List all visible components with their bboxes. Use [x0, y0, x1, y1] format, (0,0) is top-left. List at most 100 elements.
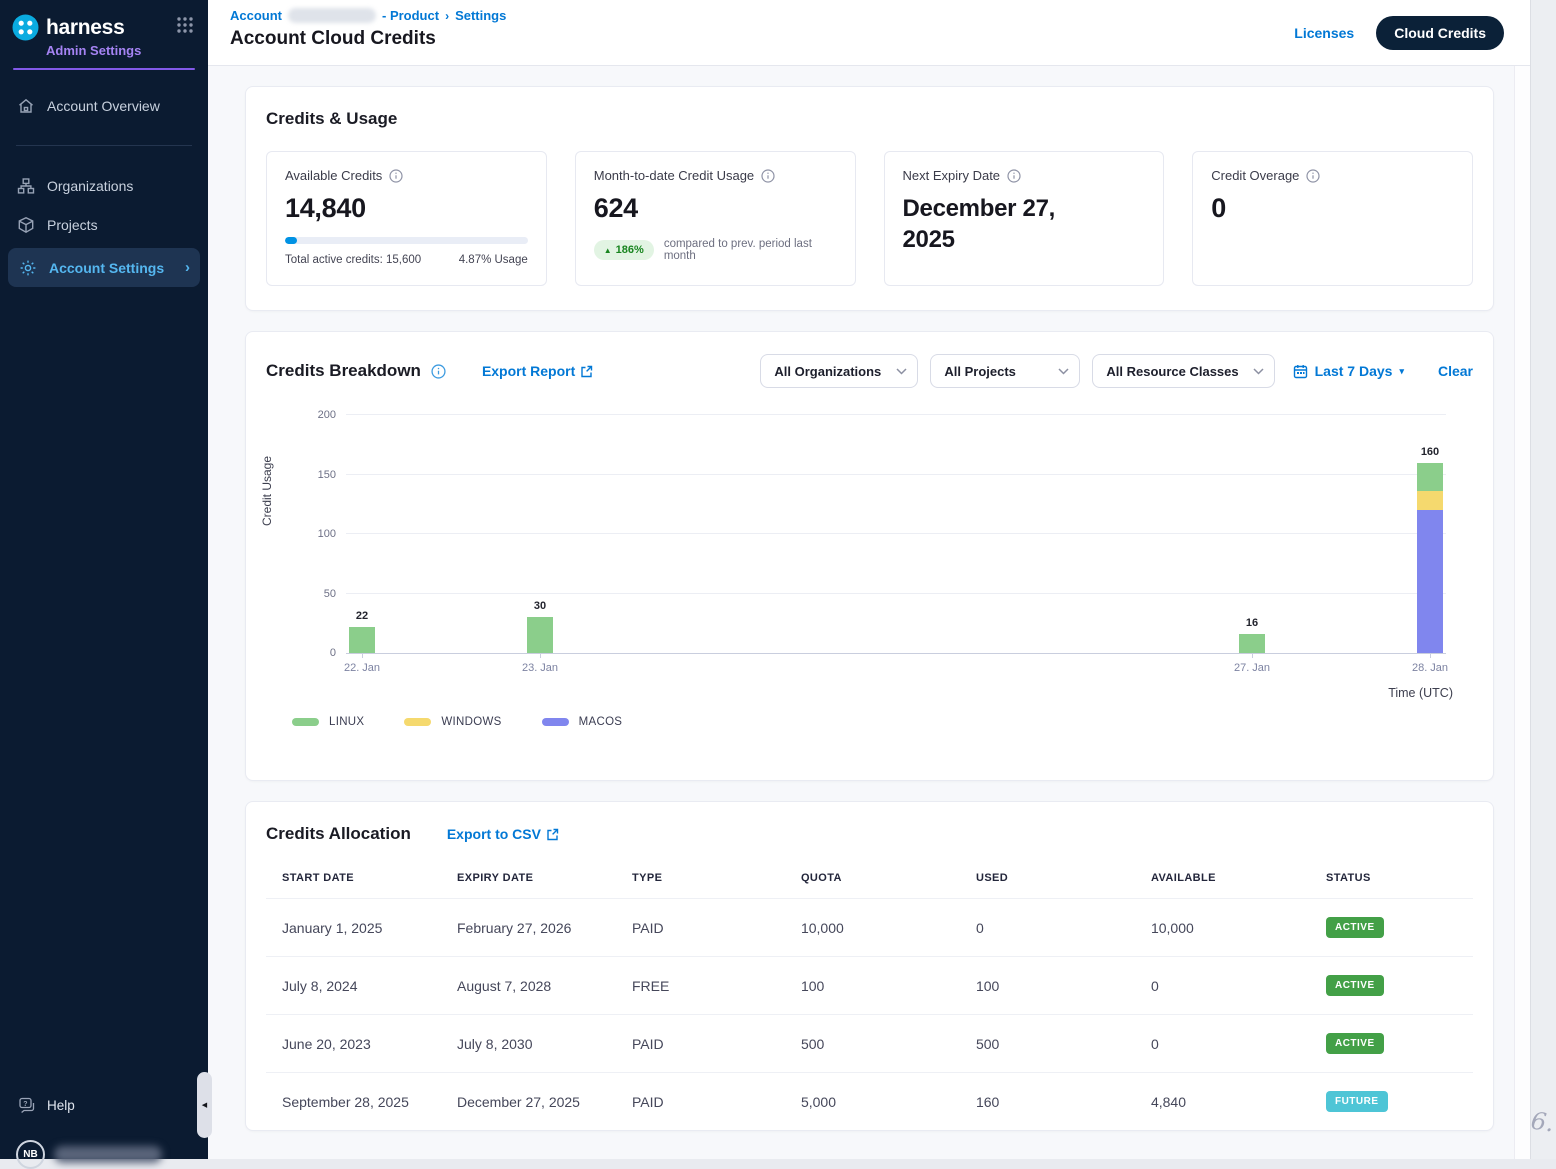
organizations-select[interactable]: All Organizations [760, 354, 918, 388]
table-row[interactable]: July 8, 2024August 7, 2028FREE1001000ACT… [266, 956, 1473, 1014]
info-icon[interactable] [761, 169, 775, 183]
cell-start: June 20, 2023 [266, 1036, 441, 1052]
cell-expiry: December 27, 2025 [441, 1094, 616, 1110]
credit-overage-card: Credit Overage 0 [1192, 151, 1473, 286]
credits-breakdown-chart: Credit Usage Time (UTC) LINUXWINDOWSMACO… [266, 416, 1473, 746]
cell-quota: 100 [785, 978, 960, 994]
licenses-link[interactable]: Licenses [1294, 25, 1354, 41]
cell-expiry: July 8, 2030 [441, 1036, 616, 1052]
cell-expiry: August 7, 2028 [441, 978, 616, 994]
cell-available: 10,000 [1135, 920, 1310, 936]
breadcrumb-account[interactable]: Account [230, 8, 282, 23]
cloud-credits-button[interactable]: Cloud Credits [1376, 16, 1504, 50]
cell-used: 160 [960, 1094, 1135, 1110]
user-row[interactable]: NB [16, 1140, 162, 1169]
next-expiry-value: December 27, 2025 [903, 193, 1113, 255]
table-row[interactable]: January 1, 2025February 27, 2026PAID10,0… [266, 898, 1473, 956]
projects-select[interactable]: All Projects [930, 354, 1080, 388]
cell-used: 500 [960, 1036, 1135, 1052]
x-tick [1430, 654, 1431, 658]
bar-segment-linux [1417, 463, 1443, 492]
status-badge: ACTIVE [1326, 917, 1384, 938]
sidebar-item-projects[interactable]: Projects [0, 205, 208, 244]
breadcrumb-product[interactable]: - Product [382, 8, 439, 23]
credits-allocation-section: Credits Allocation Export to CSV START D… [245, 801, 1494, 1131]
cell-status: ACTIVE [1310, 975, 1473, 996]
allocation-table-header: START DATEEXPIRY DATETYPEQUOTAUSEDAVAILA… [266, 864, 1473, 898]
x-tick-label: 27. Jan [1207, 662, 1297, 674]
export-report-link[interactable]: Export Report [482, 363, 593, 379]
vertical-scrollbar[interactable] [1514, 66, 1530, 1159]
y-tick-label: 200 [294, 409, 336, 421]
legend-item-macos[interactable]: MACOS [542, 716, 623, 728]
trend-note: compared to prev. period last month [664, 238, 837, 262]
chevron-down-icon [896, 368, 907, 375]
bar-28-jan[interactable] [1417, 463, 1443, 653]
header-actions: Licenses Cloud Credits [1294, 16, 1504, 50]
cell-type: PAID [616, 1094, 785, 1110]
bar-23-jan[interactable] [527, 617, 553, 653]
chart-plot-area [346, 416, 1446, 654]
sidebar-nav: Account Overview Organizations Projects [0, 86, 208, 287]
x-tick [540, 654, 541, 658]
sidebar-item-account-settings[interactable]: Account Settings › [8, 248, 200, 287]
cell-expiry: February 27, 2026 [441, 920, 616, 936]
x-tick-label: 22. Jan [317, 662, 407, 674]
resource-classes-select[interactable]: All Resource Classes [1092, 354, 1274, 388]
date-range-picker[interactable]: Last 7 Days ▾ [1293, 363, 1404, 379]
org-chart-icon [16, 176, 35, 195]
table-row[interactable]: June 20, 2023July 8, 2030PAID5005000ACTI… [266, 1014, 1473, 1072]
caret-down-icon: ▾ [1399, 366, 1404, 377]
x-axis-title: Time (UTC) [1388, 686, 1453, 700]
cell-quota: 5,000 [785, 1094, 960, 1110]
export-csv-link[interactable]: Export to CSV [447, 826, 559, 842]
table-row[interactable]: September 28, 2025December 27, 2025PAID5… [266, 1072, 1473, 1130]
mtd-usage-card: Month-to-date Credit Usage 624 ▲ 186% co… [575, 151, 856, 286]
handwritten-annotation: 6. [1529, 1107, 1556, 1138]
available-credits-card: Available Credits 14,840 Total active cr… [266, 151, 547, 286]
app-grid-icon[interactable] [176, 16, 194, 39]
bar-segment-windows [1417, 491, 1443, 510]
breadcrumb-settings[interactable]: Settings [455, 8, 506, 23]
chart-legend: LINUX WINDOWS MACOS [292, 716, 622, 728]
help-button[interactable]: ? Help [18, 1096, 75, 1115]
svg-text:?: ? [23, 1101, 27, 1108]
usage-progress-fill [285, 237, 297, 244]
x-tick [1252, 654, 1253, 658]
info-icon[interactable] [1007, 169, 1021, 183]
redacted-account-name [288, 8, 376, 23]
info-icon[interactable] [389, 169, 403, 183]
y-tick-label: 100 [294, 528, 336, 540]
chevron-down-icon [1058, 368, 1069, 375]
sidebar-item-account-overview[interactable]: Account Overview [0, 86, 208, 125]
cell-status: ACTIVE [1310, 917, 1473, 938]
sidebar-item-label: Account Overview [47, 98, 160, 114]
sidebar-collapse-handle[interactable]: ◀ [197, 1072, 212, 1138]
gear-icon [18, 258, 37, 277]
calendar-icon [1293, 364, 1308, 379]
legend-item-linux[interactable]: LINUX [292, 716, 364, 728]
screenshot-margin [1530, 0, 1556, 1159]
info-icon[interactable] [1306, 169, 1320, 183]
x-tick-label: 23. Jan [495, 662, 585, 674]
gridline [346, 593, 1446, 594]
next-expiry-card: Next Expiry Date December 27, 2025 [884, 151, 1165, 286]
allocation-table: START DATEEXPIRY DATETYPEQUOTAUSEDAVAILA… [266, 864, 1473, 1130]
clear-filters-link[interactable]: Clear [1438, 363, 1473, 379]
bar-22-jan[interactable] [349, 627, 375, 653]
legend-item-windows[interactable]: WINDOWS [404, 716, 501, 728]
y-tick-label: 50 [294, 588, 336, 600]
external-link-icon [580, 365, 593, 378]
credit-overage-label: Credit Overage [1211, 168, 1299, 183]
bar-27-jan[interactable] [1239, 634, 1265, 653]
projects-select-value: All Projects [944, 364, 1016, 379]
sidebar-item-organizations[interactable]: Organizations [0, 166, 208, 205]
cell-available: 4,840 [1135, 1094, 1310, 1110]
column-header: EXPIRY DATE [441, 864, 616, 898]
bar-segment-linux [527, 617, 553, 653]
info-icon[interactable] [431, 364, 446, 379]
column-header: START DATE [266, 864, 441, 898]
cell-type: PAID [616, 1036, 785, 1052]
cell-type: PAID [616, 920, 785, 936]
date-range-value: Last 7 Days [1315, 363, 1393, 379]
